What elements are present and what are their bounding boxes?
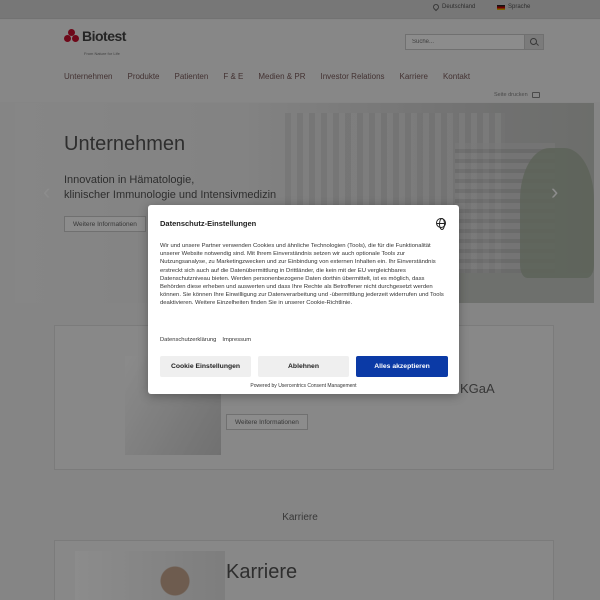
decline-button[interactable]: Ablehnen: [258, 356, 349, 377]
consent-title: Datenschutz-Einstellungen: [160, 219, 257, 228]
powered-by-text: Powered by Usercentrics Consent Manageme…: [250, 383, 357, 389]
imprint-link[interactable]: Impressum: [222, 337, 251, 343]
cookie-settings-button[interactable]: Cookie Einstellungen: [160, 356, 251, 377]
privacy-policy-link[interactable]: Datenschutzerklärung: [160, 337, 216, 343]
consent-text: Wir und unsere Partner verwenden Cookies…: [160, 243, 444, 307]
globe-language-icon[interactable]: [436, 218, 446, 230]
consent-links: Datenschutzerklärung Impressum: [160, 337, 251, 343]
consent-dialog: Datenschutz-Einstellungen Wir und unsere…: [148, 205, 459, 394]
accept-all-button[interactable]: Alles akzeptieren: [356, 356, 448, 377]
